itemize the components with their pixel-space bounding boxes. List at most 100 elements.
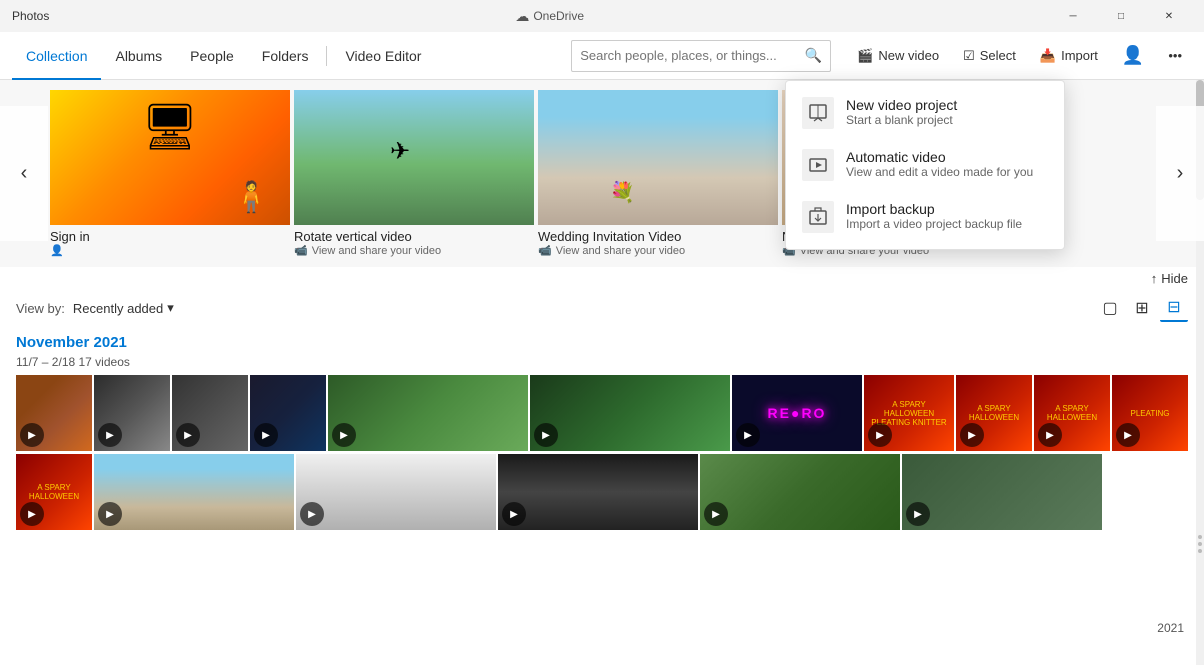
nav-collection[interactable]: Collection: [12, 32, 101, 80]
dropdown-item-new-project[interactable]: New video project Start a blank project: [786, 87, 1064, 139]
minimize-button[interactable]: ─: [1050, 0, 1096, 32]
featured-thumb-signin: 🖥 🧍: [50, 90, 290, 225]
photo-thumb-14[interactable]: ▶: [296, 454, 496, 530]
hide-button[interactable]: ↑ Hide: [1151, 271, 1188, 286]
photo-thumb-3[interactable]: ▶: [172, 375, 248, 451]
search-icon: 🔍: [805, 47, 822, 64]
scroll-dots: [1198, 535, 1202, 553]
play-icon-11: ▶: [1116, 423, 1140, 447]
new-video-button[interactable]: 🎬 New video: [847, 40, 949, 72]
play-icon-14: ▶: [300, 502, 324, 526]
search-input[interactable]: [580, 48, 799, 63]
import-backup-text: Import backup Import a video project bac…: [846, 201, 1022, 231]
photo-thumb-6[interactable]: ▶: [530, 375, 730, 451]
photo-thumb-4[interactable]: ▶: [250, 375, 326, 451]
photo-thumb-12[interactable]: A SPARYHALLOWEEN ▶: [16, 454, 92, 530]
photo-thumb-8[interactable]: A SPARY HALLOWEENPLEATING KNITTER ▶: [864, 375, 954, 451]
featured-sublabel-signin: 👤: [50, 244, 290, 257]
photo-thumb-11[interactable]: PLEATING ▶: [1112, 375, 1188, 451]
account-button[interactable]: 👤: [1112, 40, 1154, 72]
scroll-dot-1: [1198, 535, 1202, 539]
dropdown-item-auto-video[interactable]: Automatic video View and edit a video ma…: [786, 139, 1064, 191]
photo-grid-row2: A SPARYHALLOWEEN ▶ ▶ ▶ ▶ ▶ ▶: [16, 454, 1188, 530]
play-icon-5: ▶: [332, 423, 356, 447]
photo-thumb-1[interactable]: ▶: [16, 375, 92, 451]
import-backup-icon: [802, 201, 834, 233]
play-icon-10: ▶: [1038, 423, 1062, 447]
play-icon-13: ▶: [98, 502, 122, 526]
window-controls: ─ □ ✕: [1050, 0, 1192, 32]
view-medium-icon: ⊞: [1135, 298, 1148, 318]
featured-sublabel-wedding: 📹 View and share your video: [538, 244, 778, 257]
featured-label-signin: Sign in: [50, 229, 290, 244]
title-bar-left: Photos: [12, 9, 49, 23]
photo-thumb-5[interactable]: ▶: [328, 375, 528, 451]
photo-thumb-17[interactable]: ▶: [902, 454, 1102, 530]
featured-thumb-wedding: 💐: [538, 90, 778, 225]
play-icon-15: ▶: [502, 502, 526, 526]
more-button[interactable]: •••: [1158, 40, 1192, 72]
photo-thumb-10[interactable]: A SPARYHALLOWEEN ▶: [1034, 375, 1110, 451]
hide-bar: ↑ Hide: [0, 267, 1204, 290]
auto-video-title: Automatic video: [846, 149, 1033, 165]
featured-thumb-rotate: ✈: [294, 90, 534, 225]
dropdown-item-import-backup[interactable]: Import backup Import a video project bac…: [786, 191, 1064, 243]
select-icon: ☑: [963, 48, 975, 64]
featured-prev-button[interactable]: ‹: [0, 106, 48, 241]
photo-thumb-13[interactable]: ▶: [94, 454, 294, 530]
view-large-button[interactable]: ▢: [1096, 294, 1124, 322]
play-icon-3: ▶: [176, 423, 200, 447]
onedrive-icon: ☁: [515, 8, 529, 25]
nav-people[interactable]: People: [176, 32, 248, 80]
select-button[interactable]: ☑ Select: [953, 40, 1026, 72]
import-icon: 📥: [1040, 48, 1056, 64]
photo-thumb-7[interactable]: RE●RO ▶: [732, 375, 862, 451]
view-large-icon: ▢: [1102, 298, 1117, 318]
featured-label-wedding: Wedding Invitation Video: [538, 229, 778, 244]
featured-label-rotate: Rotate vertical video: [294, 229, 534, 244]
photo-grid-row1: ▶ ▶ ▶ ▶ ▶ ▶ RE●RO ▶ A SPARY HALLOWEENPLE…: [16, 375, 1188, 451]
import-button[interactable]: 📥 Import: [1030, 40, 1108, 72]
import-backup-title: Import backup: [846, 201, 1022, 217]
account-icon: 👤: [1122, 45, 1144, 66]
scroll-dot-2: [1198, 542, 1202, 546]
nav-video-editor[interactable]: Video Editor: [331, 32, 435, 80]
scroll-dot-3: [1198, 549, 1202, 553]
play-icon-6: ▶: [534, 423, 558, 447]
close-button[interactable]: ✕: [1146, 0, 1192, 32]
view-small-button[interactable]: ⊟: [1160, 294, 1188, 322]
nav-folders[interactable]: Folders: [248, 32, 323, 80]
person-icon: 👤: [50, 244, 64, 257]
chevron-right-icon: ›: [1177, 162, 1184, 185]
hide-up-icon: ↑: [1151, 271, 1158, 286]
photo-thumb-2[interactable]: ▶: [94, 375, 170, 451]
app-title: Photos: [12, 9, 49, 23]
nav-divider: [326, 46, 327, 66]
search-bar[interactable]: 🔍: [571, 40, 831, 72]
chevron-left-icon: ‹: [21, 162, 28, 185]
section-title: November 2021: [16, 334, 1188, 351]
featured-item-wedding[interactable]: 💐 Wedding Invitation Video 📹 View and sh…: [538, 90, 778, 257]
auto-video-sub: View and edit a video made for you: [846, 165, 1033, 179]
featured-item-signin[interactable]: 🖥 🧍 Sign in 👤: [50, 90, 290, 257]
section-subtitle: 11/7 – 2/18 17 videos: [16, 355, 1188, 369]
view-small-icon: ⊟: [1167, 297, 1180, 317]
import-backup-sub: Import a video project backup file: [846, 217, 1022, 231]
retro-text: RE●RO: [768, 405, 827, 421]
featured-next-button[interactable]: ›: [1156, 106, 1204, 241]
photo-thumb-15[interactable]: ▶: [498, 454, 698, 530]
video-share-icon-rotate: 📹: [294, 244, 308, 257]
view-by-select[interactable]: Recently added ▾: [73, 300, 174, 316]
new-project-sub: Start a blank project: [846, 113, 957, 127]
photo-thumb-16[interactable]: ▶: [700, 454, 900, 530]
play-icon-9: ▶: [960, 423, 984, 447]
photo-thumb-9[interactable]: A SPARYHALLOWEEN ▶: [956, 375, 1032, 451]
play-icon-4: ▶: [254, 423, 278, 447]
play-icon-2: ▶: [98, 423, 122, 447]
nav-bar: Collection Albums People Folders Video E…: [0, 32, 1204, 80]
onedrive-label: OneDrive: [533, 9, 584, 23]
nav-albums[interactable]: Albums: [101, 32, 176, 80]
featured-item-rotate[interactable]: ✈ Rotate vertical video 📹 View and share…: [294, 90, 534, 257]
maximize-button[interactable]: □: [1098, 0, 1144, 32]
view-medium-button[interactable]: ⊞: [1128, 294, 1156, 322]
